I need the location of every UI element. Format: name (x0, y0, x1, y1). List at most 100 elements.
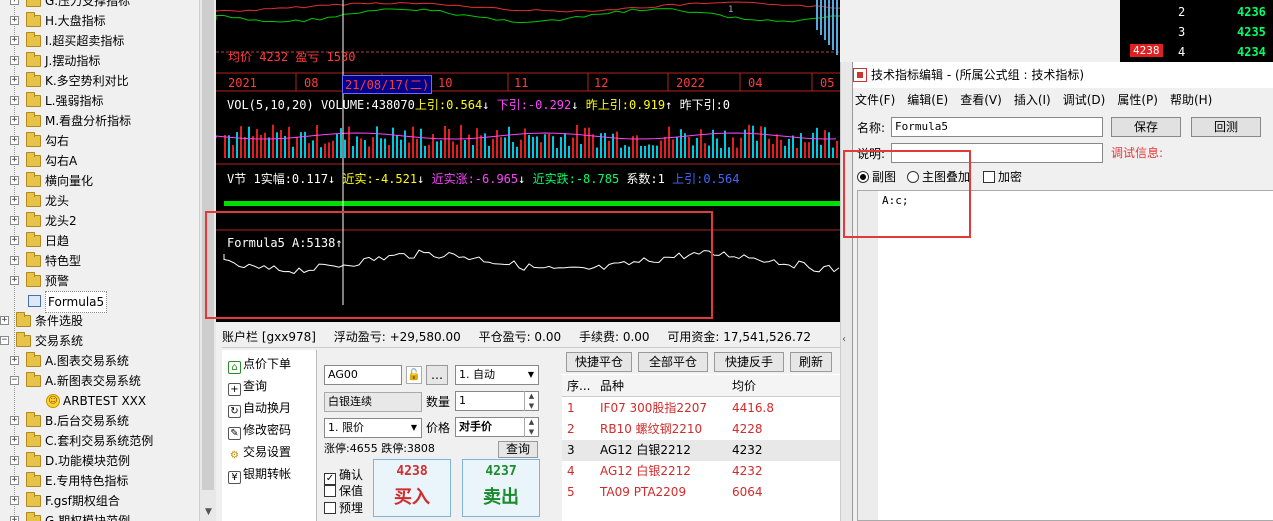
expand-icon[interactable]: + (10, 96, 19, 105)
col-index[interactable]: 序... (567, 375, 590, 397)
order-menu-item[interactable]: + 查询 (222, 375, 316, 397)
expand-icon[interactable]: + (10, 456, 19, 465)
order-menu-item[interactable]: ✎ 修改密码 (222, 419, 316, 441)
expand-icon[interactable]: + (10, 476, 19, 485)
tree-item[interactable]: + 预警 (0, 271, 199, 291)
tree-item[interactable]: + G.期权模块范例 (0, 511, 199, 521)
tree-item[interactable]: + A.图表交易系统 (0, 351, 199, 371)
expand-icon[interactable]: + (10, 256, 19, 265)
name-input[interactable]: Formula5 (891, 117, 1103, 137)
chevron-left-icon[interactable]: ‹ (842, 334, 846, 345)
table-row[interactable]: 4 AG12 白银2212 4232 (562, 461, 840, 482)
encrypt-checkbox[interactable]: 加密 (983, 167, 1022, 187)
save-button[interactable]: 保存 (1111, 117, 1181, 137)
expand-icon[interactable]: + (10, 136, 19, 145)
menu-item[interactable]: 查看(V) (960, 90, 1002, 110)
collapse-icon[interactable]: − (10, 376, 19, 385)
tree-item[interactable]: + 条件选股 (0, 311, 199, 331)
tree-item[interactable]: + D.功能模块范例 (0, 451, 199, 471)
expand-icon[interactable]: + (10, 276, 19, 285)
price-chart[interactable]: 均价 4232 盈亏 1530 1 4157 2021 08 21/08/17(… (216, 0, 840, 322)
tree-item[interactable]: − A.新图表交易系统 (0, 371, 199, 391)
expand-icon[interactable]: + (0, 316, 9, 325)
menu-item[interactable]: 文件(F) (855, 90, 895, 110)
order-menu-item[interactable]: ⚙ 交易设置 (222, 441, 316, 463)
col-name[interactable]: 品种 (600, 375, 624, 397)
expand-icon[interactable]: + (10, 0, 19, 5)
panel-splitter[interactable]: ‹ (840, 62, 852, 521)
preset-checkbox[interactable]: 预埋 (324, 500, 363, 516)
menu-item[interactable]: 帮助(H) (1170, 90, 1212, 110)
tree-item[interactable]: + B.后台交易系统 (0, 411, 199, 431)
formula-tree[interactable]: + G.压力支撑指标 + H.大盘指标 + I.超买超卖指标 + J.摆动指标 + K.多空势利对… (0, 0, 199, 521)
collapse-icon[interactable]: − (0, 336, 9, 345)
price-stepper[interactable]: ▲ ▼ (524, 417, 538, 437)
expand-icon[interactable]: + (10, 16, 19, 25)
tree-item[interactable]: + I.超买超卖指标 (0, 31, 199, 51)
tree-item[interactable]: + K.多空势利对比 (0, 71, 199, 91)
positions-toolbar-button[interactable]: 全部平仓 (638, 352, 708, 372)
tree-scrollbar[interactable]: ▼ (199, 0, 216, 521)
expand-icon[interactable]: + (10, 76, 19, 85)
dialog-title-bar[interactable]: 技术指标编辑 - (所属公式组 : 技术指标) (853, 62, 1273, 88)
tree-item[interactable]: + G.压力支撑指标 (0, 0, 199, 11)
tree-item[interactable]: ☺ ARBTEST XXX (0, 391, 199, 411)
expand-icon[interactable]: + (10, 496, 19, 505)
tree-item[interactable]: Formula5 (0, 291, 199, 313)
tree-item[interactable]: + C.套利交易系统范例 (0, 431, 199, 451)
scroll-down-icon[interactable]: ▼ (200, 504, 217, 521)
tree-item[interactable]: + J.摆动指标 (0, 51, 199, 71)
expand-icon[interactable]: + (10, 56, 19, 65)
expand-icon[interactable]: + (10, 416, 19, 425)
menu-item[interactable]: 属性(P) (1117, 90, 1158, 110)
hedge-checkbox[interactable]: 保值 (324, 483, 363, 499)
qty-stepper[interactable]: ▲ ▼ (524, 391, 538, 411)
menu-item[interactable]: 调试(D) (1063, 90, 1106, 110)
tree-item[interactable]: + 日趋 (0, 231, 199, 251)
backtest-button[interactable]: 回测 (1191, 117, 1261, 137)
expand-icon[interactable]: + (10, 216, 19, 225)
table-row[interactable]: 5 TA09 PTA2209 6064 (562, 482, 840, 503)
buy-button[interactable]: 4238 买入 (373, 459, 451, 517)
tree-item[interactable]: + F.gsf期权组合 (0, 491, 199, 511)
tree-item[interactable]: + 龙头 (0, 191, 199, 211)
tree-scrollbar-thumb[interactable] (202, 0, 214, 490)
tree-item[interactable]: + 龙头2 (0, 211, 199, 231)
table-row[interactable]: 1 IF07 300股指2207 4416.8 (562, 398, 840, 419)
code-text[interactable]: A:c; (882, 194, 909, 207)
expand-icon[interactable]: + (10, 516, 19, 521)
sell-button[interactable]: 4237 卖出 (462, 459, 540, 517)
positions-toolbar-button[interactable]: 快捷平仓 (566, 352, 632, 372)
table-row[interactable]: 3 AG12 白银2212 4232 (562, 440, 840, 461)
price-type-select[interactable]: 1. 限价 ▼ (324, 418, 422, 438)
lock-icon[interactable]: 🔓 (406, 366, 422, 384)
expand-icon[interactable]: + (10, 176, 19, 185)
code-editor[interactable]: A:c; (857, 190, 1273, 521)
menu-item[interactable]: 插入(I) (1014, 90, 1051, 110)
positions-toolbar-button[interactable]: 刷新 (790, 352, 832, 372)
tree-item[interactable]: + L.强弱指标 (0, 91, 199, 111)
expand-icon[interactable]: + (10, 36, 19, 45)
tree-item[interactable]: + H.大盘指标 (0, 11, 199, 31)
order-menu-item[interactable]: ¥ 银期转帐 (222, 463, 316, 485)
menu-item[interactable]: 编辑(E) (907, 90, 948, 110)
tree-item[interactable]: + 横向量化 (0, 171, 199, 191)
expand-icon[interactable]: + (10, 356, 19, 365)
tree-item[interactable]: + 特色型 (0, 251, 199, 271)
tree-item[interactable]: + M.看盘分析指标 (0, 111, 199, 131)
more-button[interactable]: … (426, 365, 448, 385)
col-avg-price[interactable]: 均价 (732, 375, 756, 397)
positions-toolbar-button[interactable]: 快捷反手 (714, 352, 784, 372)
radio-main-overlay[interactable]: 主图叠加 (907, 167, 970, 187)
expand-icon[interactable]: + (10, 236, 19, 245)
query-button[interactable]: 查询 (498, 441, 538, 458)
order-menu-item[interactable]: ↻ 自动换月 (222, 397, 316, 419)
tree-item[interactable]: + 勾右A (0, 151, 199, 171)
table-row[interactable]: 2 RB10 螺纹钢2210 4228 (562, 419, 840, 440)
symbol-input[interactable]: AG00 (324, 365, 402, 385)
order-menu-item[interactable]: ⌂ 点价下单 (222, 353, 316, 375)
tree-item[interactable]: − 交易系统 (0, 331, 199, 351)
mode-select[interactable]: 1. 自动 ▼ (455, 365, 539, 385)
expand-icon[interactable]: + (10, 156, 19, 165)
desc-input[interactable] (891, 143, 1103, 163)
